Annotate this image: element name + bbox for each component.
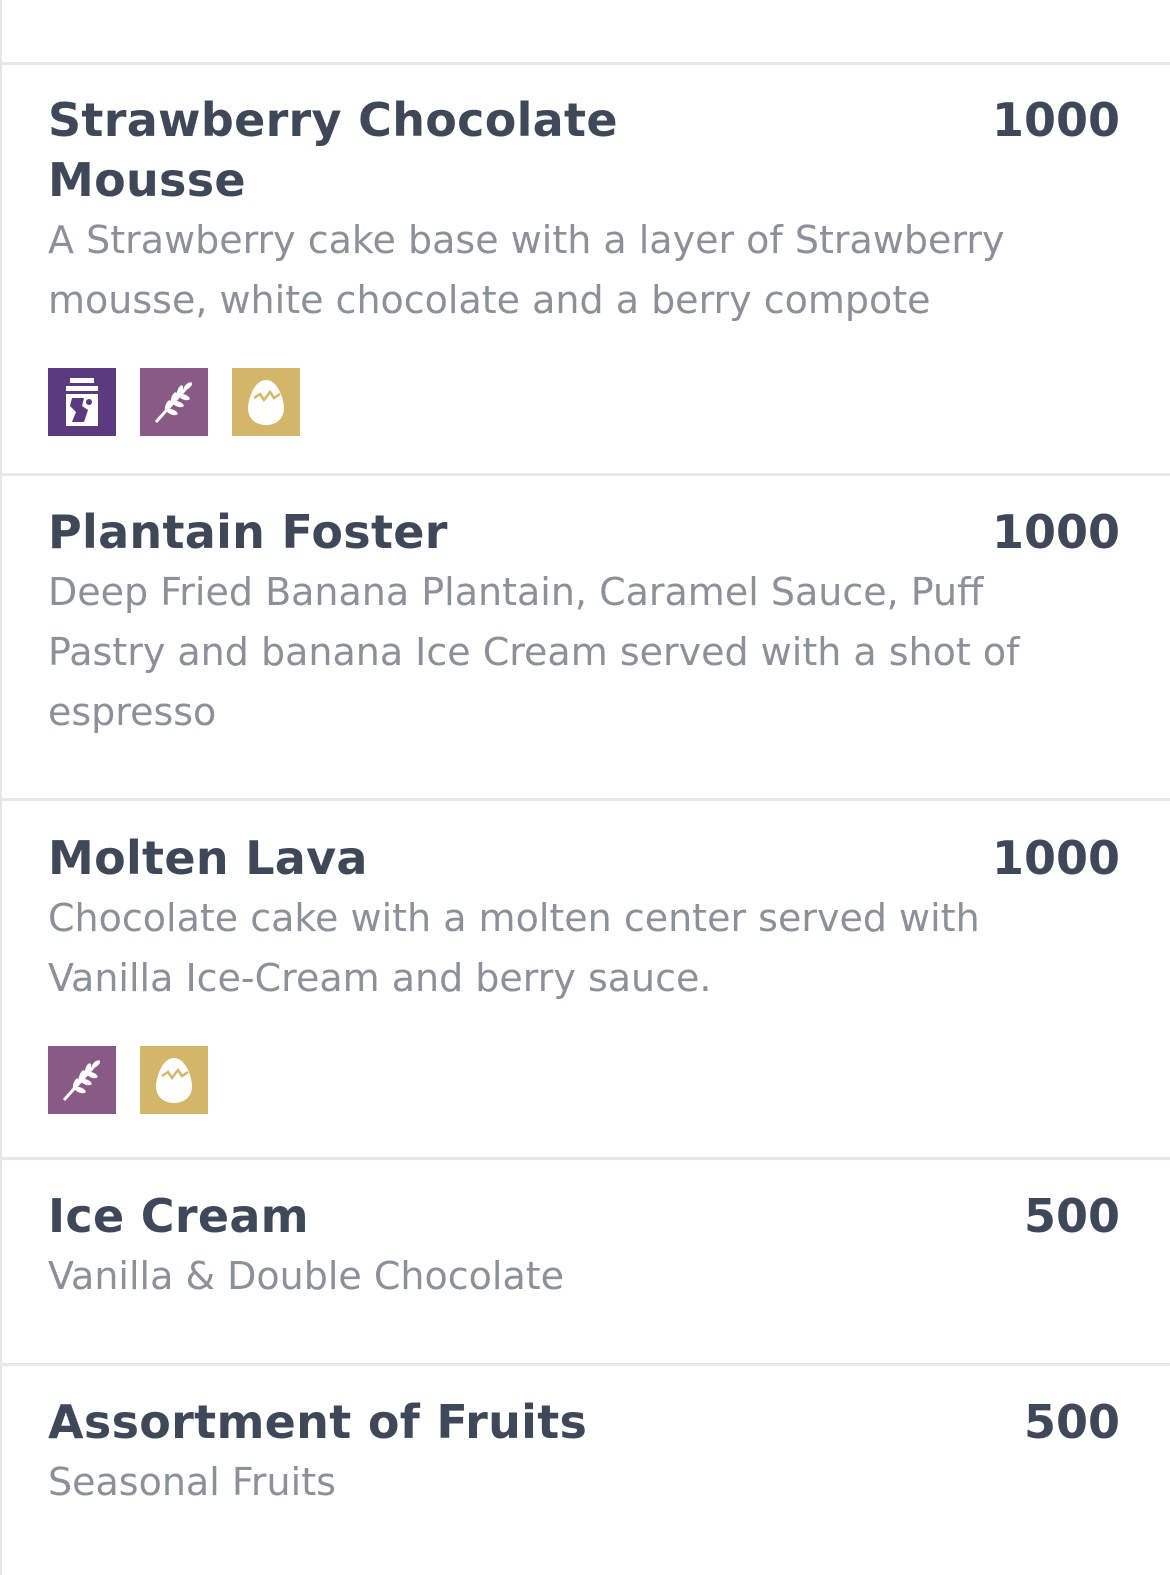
- allergen-icons: [48, 368, 1120, 436]
- item-name: Ice Cream: [48, 1189, 309, 1243]
- item-description: Deep Fried Banana Plantain, Caramel Sauc…: [48, 570, 1020, 734]
- menu-item-molten-lava[interactable]: Molten Lava 1000 Chocolate cake with a m…: [48, 828, 1120, 1114]
- menu-item-plantain-foster[interactable]: Plantain Foster 1000 Deep Fried Banana P…: [48, 502, 1120, 742]
- divider: [2, 1363, 1170, 1366]
- item-name: Assortment of Fruits: [48, 1395, 588, 1449]
- item-price: 1000: [991, 93, 1120, 147]
- item-description: Chocolate cake with a molten center serv…: [48, 896, 980, 1000]
- cropped-text-fragment: [110, 0, 154, 4]
- egg-icon: [232, 368, 300, 436]
- menu-item-strawberry-chocolate-mousse[interactable]: Strawberry Chocolate Mousse 1000 A Straw…: [48, 90, 1120, 436]
- item-price: 1000: [991, 505, 1120, 559]
- item-price: 500: [1023, 1395, 1120, 1449]
- item-name: Strawberry Chocolate Mousse: [48, 93, 618, 207]
- allergen-icons: [48, 1046, 1120, 1114]
- milk-icon: [48, 368, 116, 436]
- item-header: Plantain Foster 1000: [48, 502, 1120, 562]
- item-description: Seasonal Fruits: [48, 1460, 336, 1504]
- divider: [2, 1157, 1170, 1160]
- item-price: 1000: [991, 831, 1120, 885]
- menu-item-ice-cream[interactable]: Ice Cream 500 Vanilla & Double Chocolate: [48, 1186, 1120, 1306]
- item-price: 500: [1023, 1189, 1120, 1243]
- item-name: Plantain Foster: [48, 505, 448, 559]
- menu-item-assortment-of-fruits[interactable]: Assortment of Fruits 500 Seasonal Fruits: [48, 1392, 1120, 1512]
- dessert-menu-list: Strawberry Chocolate Mousse 1000 A Straw…: [0, 0, 1170, 1575]
- divider: [2, 798, 1170, 801]
- item-header: Ice Cream 500: [48, 1186, 1120, 1246]
- item-name: Molten Lava: [48, 831, 368, 885]
- item-header: Assortment of Fruits 500: [48, 1392, 1120, 1452]
- item-header: Molten Lava 1000: [48, 828, 1120, 888]
- item-header: Strawberry Chocolate Mousse 1000: [48, 90, 1120, 210]
- item-description: A Strawberry cake base with a layer of S…: [48, 218, 1005, 322]
- item-description: Vanilla & Double Chocolate: [48, 1254, 565, 1298]
- divider: [2, 473, 1170, 476]
- divider: [2, 62, 1170, 65]
- gluten-icon: [48, 1046, 116, 1114]
- gluten-icon: [140, 368, 208, 436]
- egg-icon: [140, 1046, 208, 1114]
